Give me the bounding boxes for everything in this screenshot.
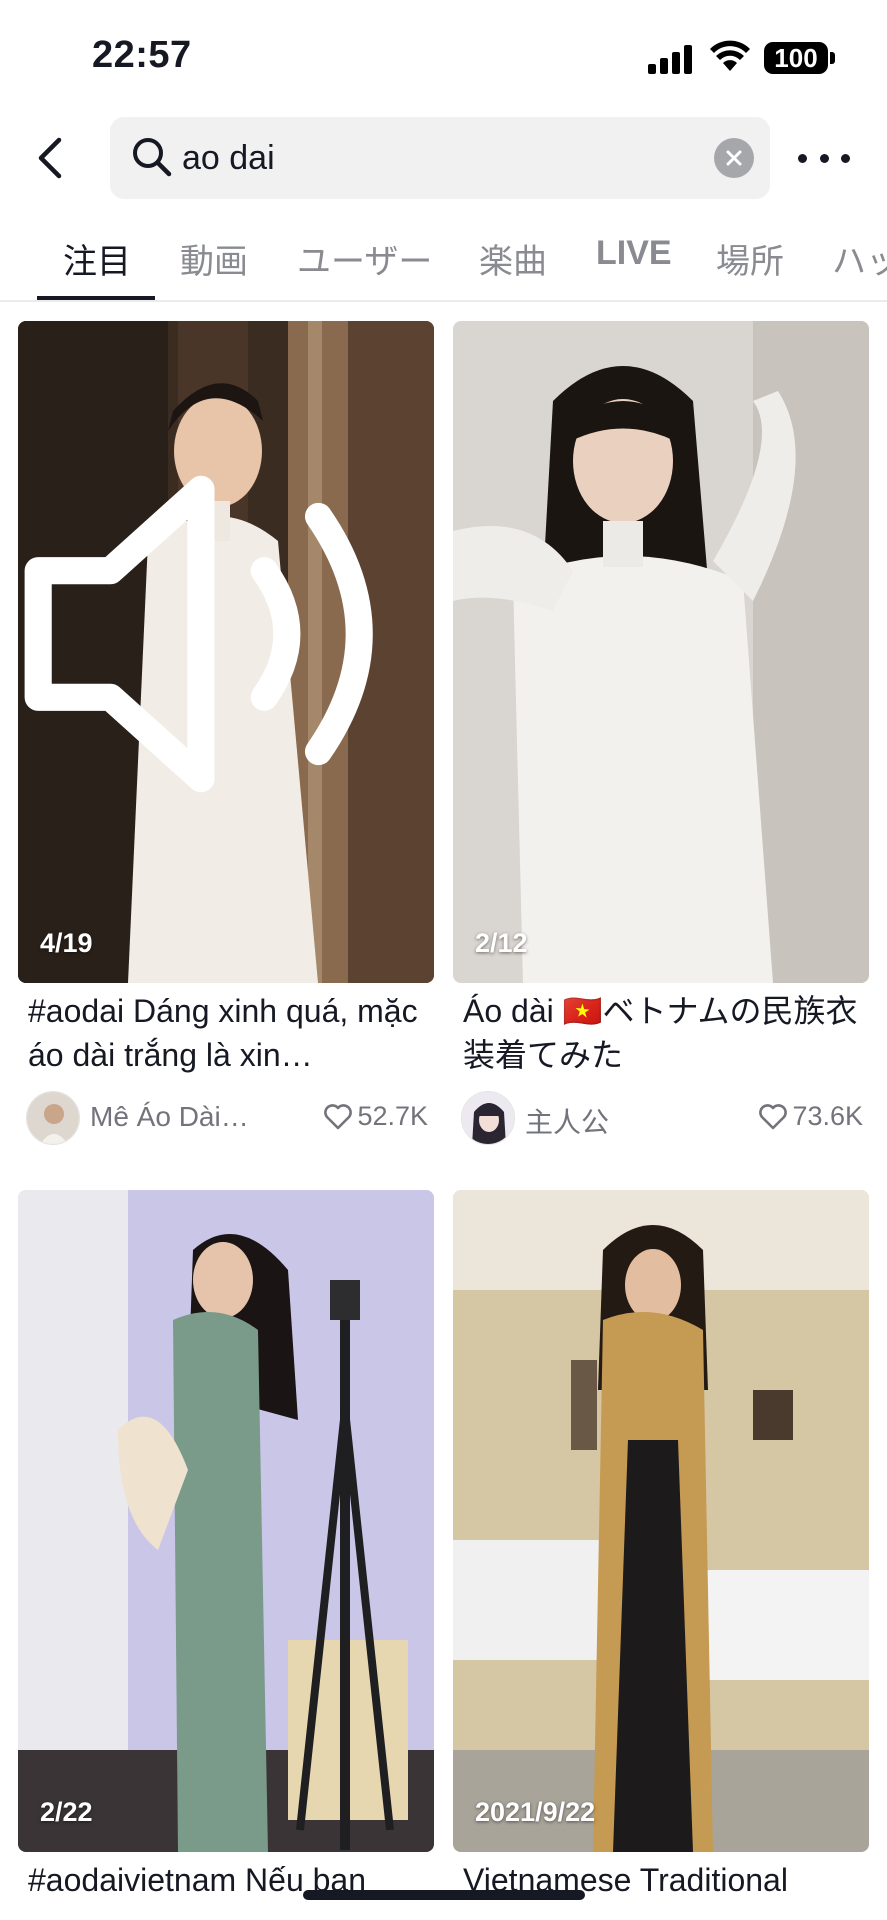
heart-icon	[324, 1103, 353, 1129]
search-icon	[133, 138, 172, 177]
like-count-text: 73.6K	[792, 1101, 863, 1131]
author-name[interactable]: 主人公	[525, 1101, 609, 1141]
tab-live[interactable]: LIVE	[596, 234, 672, 273]
search-input[interactable]: ao dai	[182, 117, 662, 199]
home-indicator[interactable]	[303, 1890, 585, 1900]
author-name[interactable]: Mê Áo Dài…	[90, 1101, 249, 1133]
battery-tip	[830, 52, 835, 64]
thumbnail-image	[18, 1190, 434, 1852]
like-count-text: 52.7K	[357, 1101, 428, 1131]
tab-videos[interactable]: 動画	[180, 234, 248, 283]
video-card[interactable]: 4/19 #aodai Dáng xinh quá, mặc áo dài tr…	[18, 321, 434, 1151]
video-meta: Mê Áo Dài… 52.7K	[26, 1091, 434, 1147]
more-options-button[interactable]	[798, 138, 850, 178]
video-card[interactable]: 2/12 Áo dài 🇻🇳ベトナムの民族衣装着てみた 主人公 73.6K	[453, 321, 869, 1151]
status-time: 22:57	[92, 34, 192, 76]
video-caption[interactable]: Áo dài 🇻🇳ベトナムの民族衣装着てみた	[463, 989, 863, 1077]
clear-search-button[interactable]	[714, 138, 754, 178]
thumbnail-image	[453, 1190, 869, 1852]
cellular-signal-icon	[648, 44, 694, 74]
video-card[interactable]: 2/22 #aodaivietnam Nếu bạn	[18, 1190, 434, 1920]
video-thumbnail[interactable]: 2021/9/22	[453, 1190, 869, 1852]
video-thumbnail[interactable]: 2/12	[453, 321, 869, 983]
video-caption[interactable]: #aodai Dáng xinh quá, mặc áo dài trắng l…	[28, 989, 428, 1077]
back-button[interactable]	[28, 130, 72, 186]
author-avatar[interactable]	[461, 1091, 515, 1145]
close-icon	[726, 150, 742, 166]
like-count: 73.6K	[758, 1101, 863, 1132]
video-meta: 主人公 73.6K	[461, 1091, 869, 1147]
like-count: 52.7K	[323, 1101, 428, 1132]
more-dot-icon	[841, 153, 850, 163]
search-tabs: 注目 動画 ユーザー 楽曲 LIVE 場所 ハッシュタグ	[0, 222, 887, 302]
tab-places[interactable]: 場所	[716, 234, 784, 283]
photo-counter: 2/22	[40, 1797, 93, 1827]
author-avatar[interactable]	[26, 1091, 80, 1145]
status-bar: 22:57 100	[0, 0, 887, 112]
tab-top[interactable]: 注目	[63, 234, 131, 283]
tab-hashtags[interactable]: ハッシュタグ	[832, 234, 887, 283]
tab-users[interactable]: ユーザー	[297, 234, 432, 283]
video-thumbnail[interactable]: 2/22	[18, 1190, 434, 1852]
search-box[interactable]: ao dai	[110, 117, 770, 199]
thumbnail-image	[453, 321, 869, 983]
wifi-icon	[710, 40, 750, 71]
video-card[interactable]: 2021/9/22 Vietnamese Traditional	[453, 1190, 869, 1920]
active-tab-indicator	[37, 296, 155, 300]
chevron-left-icon	[38, 137, 62, 179]
more-dot-icon	[819, 153, 829, 163]
heart-icon	[759, 1103, 788, 1129]
photo-counter: 2/12	[475, 928, 528, 958]
tab-sounds[interactable]: 楽曲	[479, 234, 547, 283]
more-dot-icon	[798, 153, 807, 163]
battery-icon: 100	[764, 42, 828, 74]
search-header: ao dai	[0, 112, 887, 202]
speaker-icon[interactable]	[18, 321, 418, 965]
video-thumbnail[interactable]: 4/19	[18, 321, 434, 983]
photo-counter: 2021/9/22	[475, 1797, 596, 1827]
